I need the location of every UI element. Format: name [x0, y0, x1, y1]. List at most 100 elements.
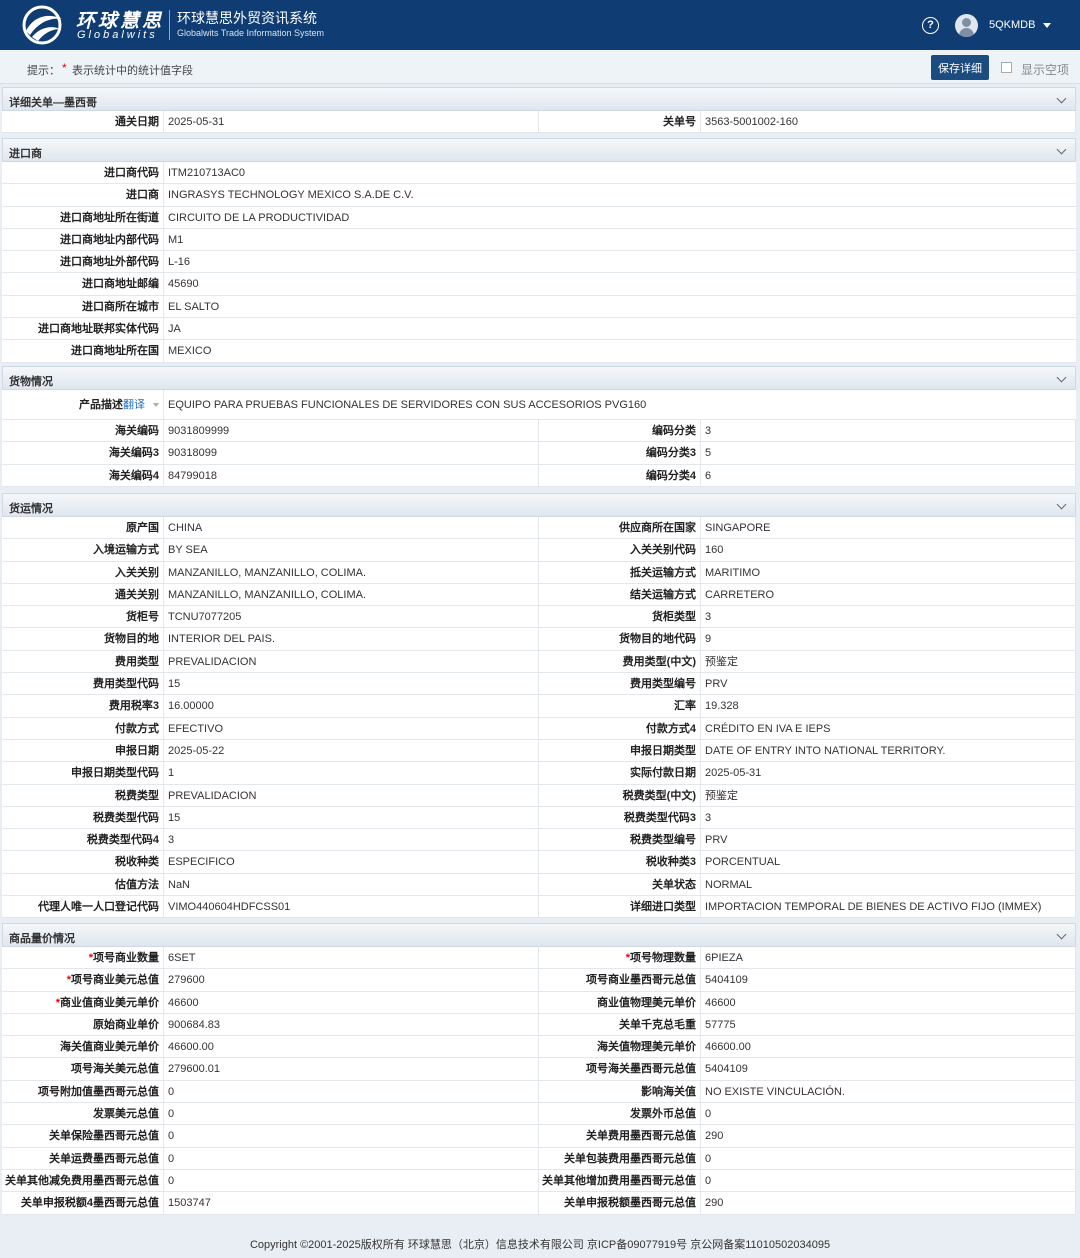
- section-header[interactable]: 进口商: [2, 138, 1076, 162]
- field-value: 3: [700, 606, 1076, 628]
- table-row: *商业值商业美元单价 46600 商业值物理美元单价 46600: [2, 991, 1076, 1014]
- field-value: 6SET: [163, 947, 539, 969]
- section-title: 商品量价情况: [9, 933, 75, 945]
- field-value: MARITIMO: [700, 561, 1076, 583]
- translate-link[interactable]: 翻译: [123, 399, 145, 411]
- table-row: 海关值商业美元单价 46600.00 海关值物理美元单价 46600.00: [2, 1036, 1076, 1059]
- field-label-text: 税收种类: [115, 856, 159, 869]
- field-label-text: 付款方式4: [645, 722, 696, 735]
- field-value: L-16: [163, 251, 1076, 273]
- help-icon[interactable]: ?: [922, 17, 939, 34]
- field-label-text: 税费类型代码: [93, 811, 159, 824]
- field-label: 付款方式: [2, 717, 163, 739]
- table-row: 项号附加值墨西哥元总值 0 影响海关值 NO EXISTE VINCULACIÓN.: [2, 1080, 1076, 1104]
- username[interactable]: 5QKMDB: [989, 19, 1035, 31]
- table-row: 税费类型 PREVALIDACION 税费类型(中文) 预鉴定: [2, 784, 1076, 807]
- section-title: 货运情况: [9, 503, 53, 515]
- field-label-text: 发票外币总值: [630, 1108, 696, 1121]
- collapse-chevron-icon[interactable]: [1056, 499, 1067, 510]
- field-label-text: 关单申报税额墨西哥元总值: [564, 1197, 696, 1210]
- field-label: 入关关别代码: [539, 539, 700, 561]
- table-row: 关单其他减免费用墨西哥元总值 0 关单其他增加费用墨西哥元总值 0: [2, 1169, 1076, 1193]
- field-value: 预鉴定: [700, 784, 1076, 806]
- field-label: 关单费用墨西哥元总值: [539, 1125, 700, 1147]
- field-value: 0: [163, 1103, 539, 1125]
- field-label-text: 关单申报税额4墨西哥元总值: [20, 1197, 159, 1210]
- field-label: 进口商地址邮编: [2, 273, 163, 295]
- field-label: 关单其他减免费用墨西哥元总值: [2, 1169, 163, 1192]
- system-title-cn: 环球慧思外贸资讯系统: [177, 10, 317, 26]
- logo-divider: [169, 10, 170, 40]
- field-label: 税费类型编号: [539, 829, 700, 851]
- field-value: 5404109: [700, 1058, 1076, 1080]
- field-label: 进口商地址内部代码: [2, 228, 163, 251]
- section-header[interactable]: 货物情况: [2, 366, 1076, 390]
- field-value: 0: [700, 1103, 1076, 1125]
- field-value: SINGAPORE: [700, 517, 1076, 539]
- collapse-chevron-icon[interactable]: [1056, 929, 1067, 940]
- section-header[interactable]: 详细关单—墨西哥: [2, 87, 1076, 111]
- table-row: 货物目的地 INTERIOR DEL PAIS. 货物目的地代码 9: [2, 628, 1076, 651]
- collapse-chevron-icon[interactable]: [1056, 93, 1067, 104]
- translate-caret-icon[interactable]: [153, 403, 159, 408]
- field-label: 项号海关美元总值: [2, 1058, 163, 1080]
- avatar[interactable]: [955, 14, 978, 37]
- section-header[interactable]: 货运情况: [2, 493, 1076, 517]
- field-value: 0: [163, 1169, 539, 1192]
- table-row: 费用类型代码 15 费用类型编号 PRV: [2, 673, 1076, 696]
- field-label-text: 海关值商业美元单价: [60, 1041, 159, 1054]
- collapse-chevron-icon[interactable]: [1056, 372, 1067, 383]
- field-label-text: 进口商地址外部代码: [60, 256, 159, 269]
- section-3: 货运情况 原产国 CHINA 供应商所在国家 SINGAPORE 入境运输方式 BY SEA…: [2, 493, 1076, 919]
- field-value: PRV: [700, 829, 1076, 851]
- section-header[interactable]: 商品量价情况: [2, 923, 1076, 947]
- field-label: 项号商业墨西哥元总值: [539, 969, 700, 991]
- field-value: 46600.00: [700, 1036, 1076, 1058]
- field-label-text: 发票美元总值: [93, 1108, 159, 1121]
- field-label: 海关值商业美元单价: [2, 1036, 163, 1058]
- field-label: 估值方法: [2, 873, 163, 896]
- field-label: 产品描述翻译: [2, 390, 163, 419]
- tip-bar: 提示： * 表示统计中的统计值字段: [0, 50, 1080, 84]
- field-value: CARRETERO: [700, 583, 1076, 606]
- table-row: 通关日期 2025-05-31 关单号 3563-5001002-160: [2, 111, 1076, 134]
- field-label: 申报日期: [2, 739, 163, 762]
- field-label: 进口商代码: [2, 162, 163, 184]
- field-label-text: 申报日期类型代码: [71, 767, 159, 780]
- field-label-text: 实际付款日期: [630, 767, 696, 780]
- footer-copyright: Copyright ©2001-2025版权所有 环球慧思（北京）信息技术有限公…: [249, 1239, 831, 1251]
- field-label: 税费类型代码4: [2, 829, 163, 851]
- collapse-chevron-icon[interactable]: [1056, 144, 1067, 155]
- field-value: 0: [163, 1125, 539, 1147]
- field-label-text: 关单运费墨西哥元总值: [49, 1152, 159, 1165]
- field-value: INGRASYS TECHNOLOGY MEXICO S.A.DE C.V.: [163, 184, 1076, 206]
- field-value: 45690: [163, 273, 1076, 295]
- section-0: 详细关单—墨西哥 通关日期 2025-05-31 关单号 3563-5001002-16…: [2, 87, 1076, 134]
- field-value: MANZANILLO, MANZANILLO, COLIMA.: [163, 561, 539, 583]
- field-label-text: 项号商业美元总值: [71, 974, 159, 987]
- field-value: PORCENTUAL: [700, 851, 1076, 873]
- field-value: 6: [700, 464, 1076, 486]
- table-row: 进口商地址内部代码 M1: [2, 228, 1076, 252]
- field-label-text: 入关关别代码: [630, 544, 696, 557]
- field-label-text: 关单包装费用墨西哥元总值: [564, 1152, 696, 1165]
- field-label: 代理人唯一人口登记代码: [2, 896, 163, 918]
- field-label: *项号商业数量: [2, 947, 163, 969]
- show-empty-label[interactable]: 显示空项: [1021, 61, 1069, 78]
- field-label-text: 详细进口类型: [630, 901, 696, 914]
- field-value: NO EXISTE VINCULACIÓN.: [700, 1080, 1076, 1103]
- field-value: CHINA: [163, 517, 539, 539]
- field-label-text: 费用类型编号: [630, 678, 696, 691]
- field-value: DATE OF ENTRY INTO NATIONAL TERRITORY.: [700, 739, 1076, 762]
- field-value: 15: [163, 673, 539, 695]
- field-label: 编码分类4: [539, 464, 700, 486]
- field-value: 2025-05-31: [700, 762, 1076, 784]
- save-detail-button[interactable]: 保存详细: [931, 55, 989, 80]
- field-label-text: 申报日期: [115, 744, 159, 757]
- field-label-text: 项号商业墨西哥元总值: [586, 974, 696, 987]
- field-value: 0: [163, 1080, 539, 1103]
- tip-label: 提示：: [27, 65, 60, 77]
- show-empty-checkbox[interactable]: [1001, 62, 1012, 73]
- table-row: 进口商地址所在国 MEXICO: [2, 340, 1076, 363]
- user-menu-caret-icon[interactable]: [1043, 23, 1051, 28]
